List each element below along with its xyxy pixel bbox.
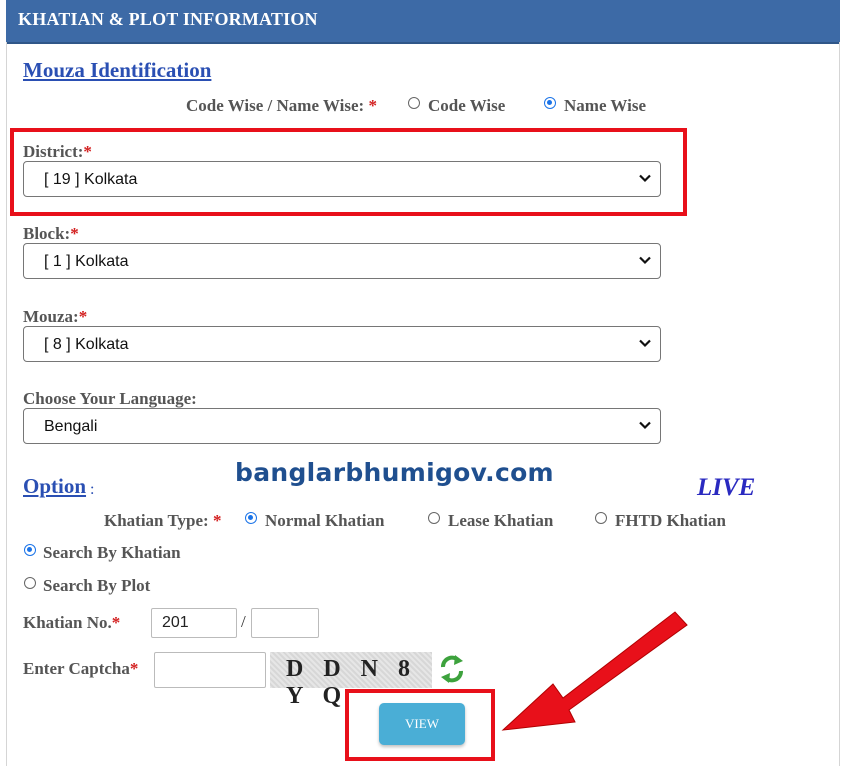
- name-wise-radio[interactable]: [544, 97, 556, 109]
- required-mark: *: [78, 307, 88, 326]
- name-wise-label[interactable]: Name Wise: [564, 96, 646, 116]
- block-label: Block:*: [23, 224, 79, 243]
- khatian-no-label: Khatian No.*: [23, 613, 121, 632]
- code-wise-radio[interactable]: [408, 97, 420, 109]
- live-label: LIVE: [697, 474, 756, 501]
- fhtd-khatian-label[interactable]: FHTD Khatian: [615, 511, 726, 531]
- required-mark: *: [111, 613, 121, 632]
- required-mark: *: [212, 511, 222, 530]
- chevron-down-icon: [639, 421, 651, 430]
- district-highlight-box: [10, 128, 687, 216]
- option-heading: Option: [23, 474, 87, 498]
- required-mark: *: [129, 659, 139, 678]
- captcha-image: D D N 8 Y Q: [270, 652, 432, 709]
- mode-label: Code Wise / Name Wise: *: [186, 96, 377, 115]
- chevron-down-icon: [639, 256, 651, 265]
- captcha-input[interactable]: [154, 652, 266, 688]
- search-by-khatian-radio[interactable]: [24, 544, 36, 556]
- block-value: [ 1 ] Kolkata: [44, 253, 129, 270]
- fhtd-khatian-radio[interactable]: [595, 512, 607, 524]
- khatian-no-suffix-input[interactable]: [251, 608, 319, 638]
- code-wise-label[interactable]: Code Wise: [428, 96, 505, 116]
- page-header: KHATIAN & PLOT INFORMATION: [6, 0, 840, 44]
- search-by-khatian-label[interactable]: Search By Khatian: [43, 543, 181, 563]
- required-mark: *: [368, 96, 377, 115]
- arrow-icon: [501, 611, 688, 731]
- normal-khatian-radio[interactable]: [245, 512, 257, 524]
- refresh-icon[interactable]: [437, 652, 467, 686]
- normal-khatian-label[interactable]: Normal Khatian: [265, 511, 384, 531]
- site-watermark: banglarbhumigov.com: [235, 458, 554, 487]
- khatian-no-value: 201: [162, 614, 189, 631]
- block-select[interactable]: [ 1 ] Kolkata: [23, 243, 661, 279]
- language-value: Bengali: [44, 418, 98, 435]
- captcha-label: Enter Captcha*: [23, 659, 139, 678]
- search-by-plot-radio[interactable]: [24, 577, 36, 589]
- lease-khatian-label[interactable]: Lease Khatian: [448, 511, 553, 531]
- option-colon: :: [90, 481, 95, 498]
- search-by-plot-label[interactable]: Search By Plot: [43, 576, 150, 596]
- lease-khatian-radio[interactable]: [428, 512, 440, 524]
- mouza-identification-heading: Mouza Identification: [23, 58, 212, 82]
- mouza-value: [ 8 ] Kolkata: [44, 336, 129, 353]
- khatian-no-input[interactable]: 201: [151, 608, 237, 638]
- mouza-label: Mouza:*: [23, 307, 88, 326]
- required-mark: *: [70, 224, 79, 243]
- page-title: KHATIAN & PLOT INFORMATION: [18, 9, 318, 29]
- khatian-type-label: Khatian Type: *: [104, 511, 222, 530]
- language-label: Choose Your Language:: [23, 389, 197, 408]
- chevron-down-icon: [639, 339, 651, 348]
- language-select[interactable]: Bengali: [23, 408, 661, 444]
- view-highlight-box: [345, 689, 495, 761]
- khatian-no-separator: /: [241, 612, 246, 631]
- mouza-select[interactable]: [ 8 ] Kolkata: [23, 326, 661, 362]
